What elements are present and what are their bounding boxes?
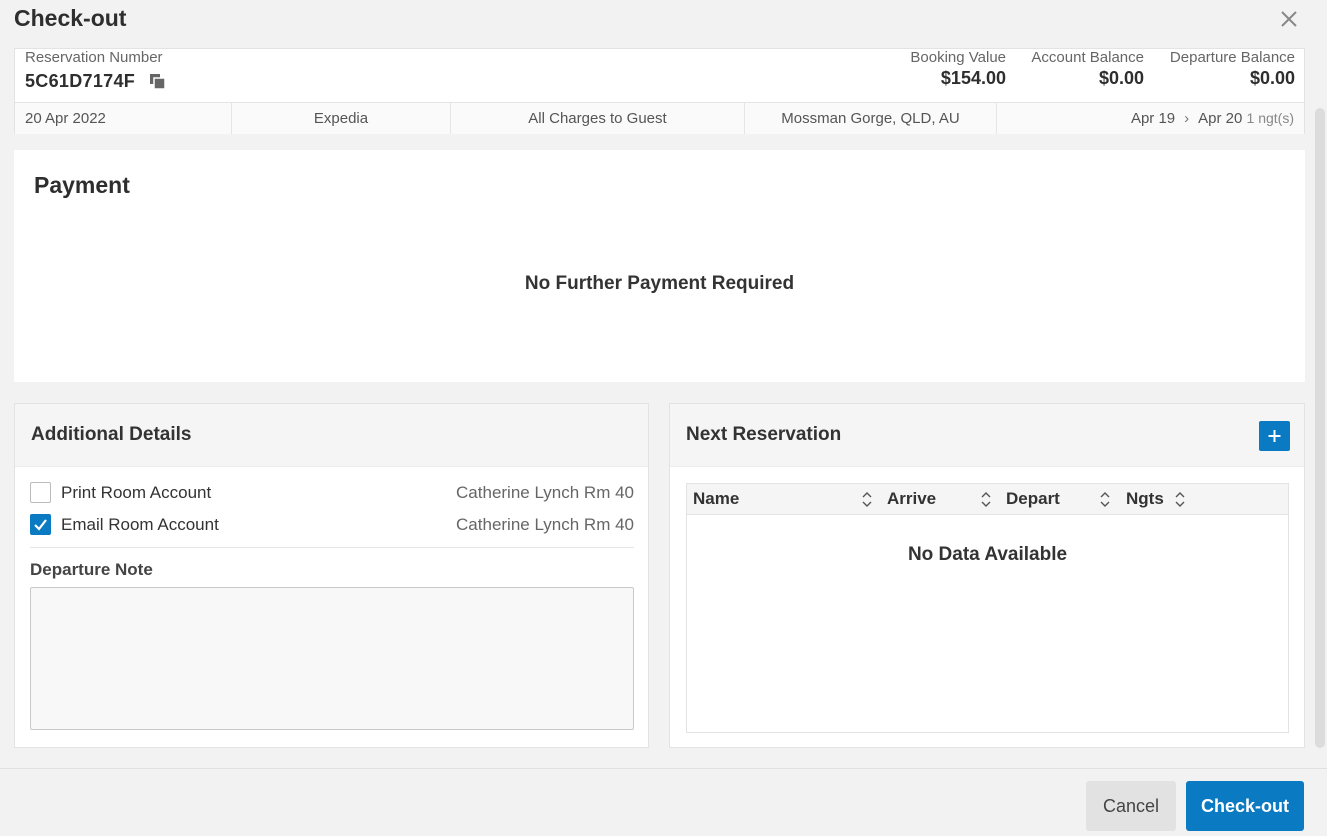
email-room-account-label[interactable]: Email Room Account bbox=[61, 514, 219, 536]
sort-icon[interactable] bbox=[861, 491, 873, 508]
departure-balance-amount: $0.00 bbox=[1249, 68, 1295, 88]
divider bbox=[30, 547, 634, 548]
departure-note-label: Departure Note bbox=[30, 560, 153, 579]
check-icon bbox=[34, 519, 47, 531]
nights-count: 1 ngt(s) bbox=[1246, 110, 1294, 126]
sort-icon[interactable] bbox=[980, 491, 992, 508]
next-reservation-title: Next Reservation bbox=[686, 424, 842, 445]
reservation-date: 20 Apr 2022 bbox=[15, 103, 232, 134]
sort-icon[interactable] bbox=[1099, 491, 1111, 508]
email-room-account-checkbox[interactable] bbox=[30, 514, 51, 535]
checkout-button[interactable]: Check-out bbox=[1186, 781, 1304, 831]
next-reservation-table: Name Arrive Depart Ngts No Data Availabl… bbox=[686, 483, 1289, 733]
scrollbar[interactable] bbox=[1315, 108, 1325, 748]
next-reservation-panel: Next Reservation Name Arrive Depart Ngts… bbox=[669, 403, 1305, 748]
email-room-account-guest: Catherine Lynch Rm 40 bbox=[456, 515, 634, 534]
property-location: Mossman Gorge, QLD, AU bbox=[745, 103, 997, 134]
sort-icon[interactable] bbox=[1174, 491, 1186, 508]
additional-details-title: Additional Details bbox=[31, 424, 192, 445]
email-room-account-row[interactable]: Email Room Account Catherine Lynch Rm 40 bbox=[30, 514, 634, 536]
column-header-name[interactable]: Name bbox=[693, 484, 739, 514]
column-header-depart[interactable]: Depart bbox=[1006, 484, 1060, 514]
column-header-ngts[interactable]: Ngts bbox=[1126, 484, 1164, 514]
footer-divider bbox=[0, 768, 1327, 769]
booking-value-amount: $154.00 bbox=[940, 68, 1006, 88]
account-balance-amount: $0.00 bbox=[1098, 68, 1144, 88]
booking-agent: Expedia bbox=[232, 103, 451, 134]
add-reservation-button[interactable] bbox=[1259, 421, 1290, 451]
booking-value-label: Booking Value bbox=[910, 49, 1006, 66]
print-room-account-guest: Catherine Lynch Rm 40 bbox=[456, 483, 634, 502]
empty-table-message: No Data Available bbox=[907, 544, 1068, 565]
print-room-account-row[interactable]: Print Room Account Catherine Lynch Rm 40 bbox=[30, 482, 634, 504]
stay-dates: Apr 19 › Apr 20 1 ngt(s) bbox=[997, 103, 1304, 134]
account-balance: Account Balance $0.00 bbox=[1031, 49, 1144, 89]
payment-message: No Further Payment Required bbox=[524, 273, 795, 294]
arrive-date: Apr 19 bbox=[1130, 110, 1176, 127]
print-room-account-checkbox[interactable] bbox=[30, 482, 51, 503]
print-room-account-label[interactable]: Print Room Account bbox=[61, 482, 211, 504]
charges-type: All Charges to Guest bbox=[451, 103, 745, 134]
dialog-title: Check-out bbox=[14, 5, 127, 31]
additional-details-header: Additional Details bbox=[15, 404, 648, 467]
close-icon[interactable] bbox=[1276, 6, 1302, 32]
departure-balance: Departure Balance $0.00 bbox=[1170, 49, 1295, 89]
departure-balance-label: Departure Balance bbox=[1169, 49, 1295, 66]
table-header: Name Arrive Depart Ngts bbox=[687, 484, 1288, 515]
column-header-arrive[interactable]: Arrive bbox=[887, 484, 936, 514]
close-button[interactable] bbox=[1276, 6, 1302, 32]
copy-icon[interactable] bbox=[149, 73, 167, 91]
account-balance-label: Account Balance bbox=[1031, 49, 1144, 66]
departure-note-input[interactable] bbox=[30, 587, 634, 730]
additional-details-panel: Additional Details Print Room Account Ca… bbox=[14, 403, 649, 748]
cancel-button[interactable]: Cancel bbox=[1086, 781, 1176, 831]
payment-title: Payment bbox=[34, 172, 130, 198]
reservation-card: Reservation Number 5C61D7174F Booking Va… bbox=[14, 48, 1305, 134]
reservation-number: 5C61D7174F bbox=[25, 71, 136, 91]
chevron-right-icon: › bbox=[1184, 110, 1190, 127]
payment-panel: Payment No Further Payment Required bbox=[14, 150, 1305, 382]
plus-icon[interactable] bbox=[1259, 421, 1290, 451]
reservation-number-label: Reservation Number bbox=[25, 49, 163, 66]
booking-value: Booking Value $154.00 bbox=[910, 49, 1006, 89]
depart-date: Apr 20 bbox=[1198, 110, 1243, 127]
reservation-info-strip: 20 Apr 2022 Expedia All Charges to Guest… bbox=[15, 102, 1304, 134]
next-reservation-header: Next Reservation bbox=[670, 404, 1304, 467]
